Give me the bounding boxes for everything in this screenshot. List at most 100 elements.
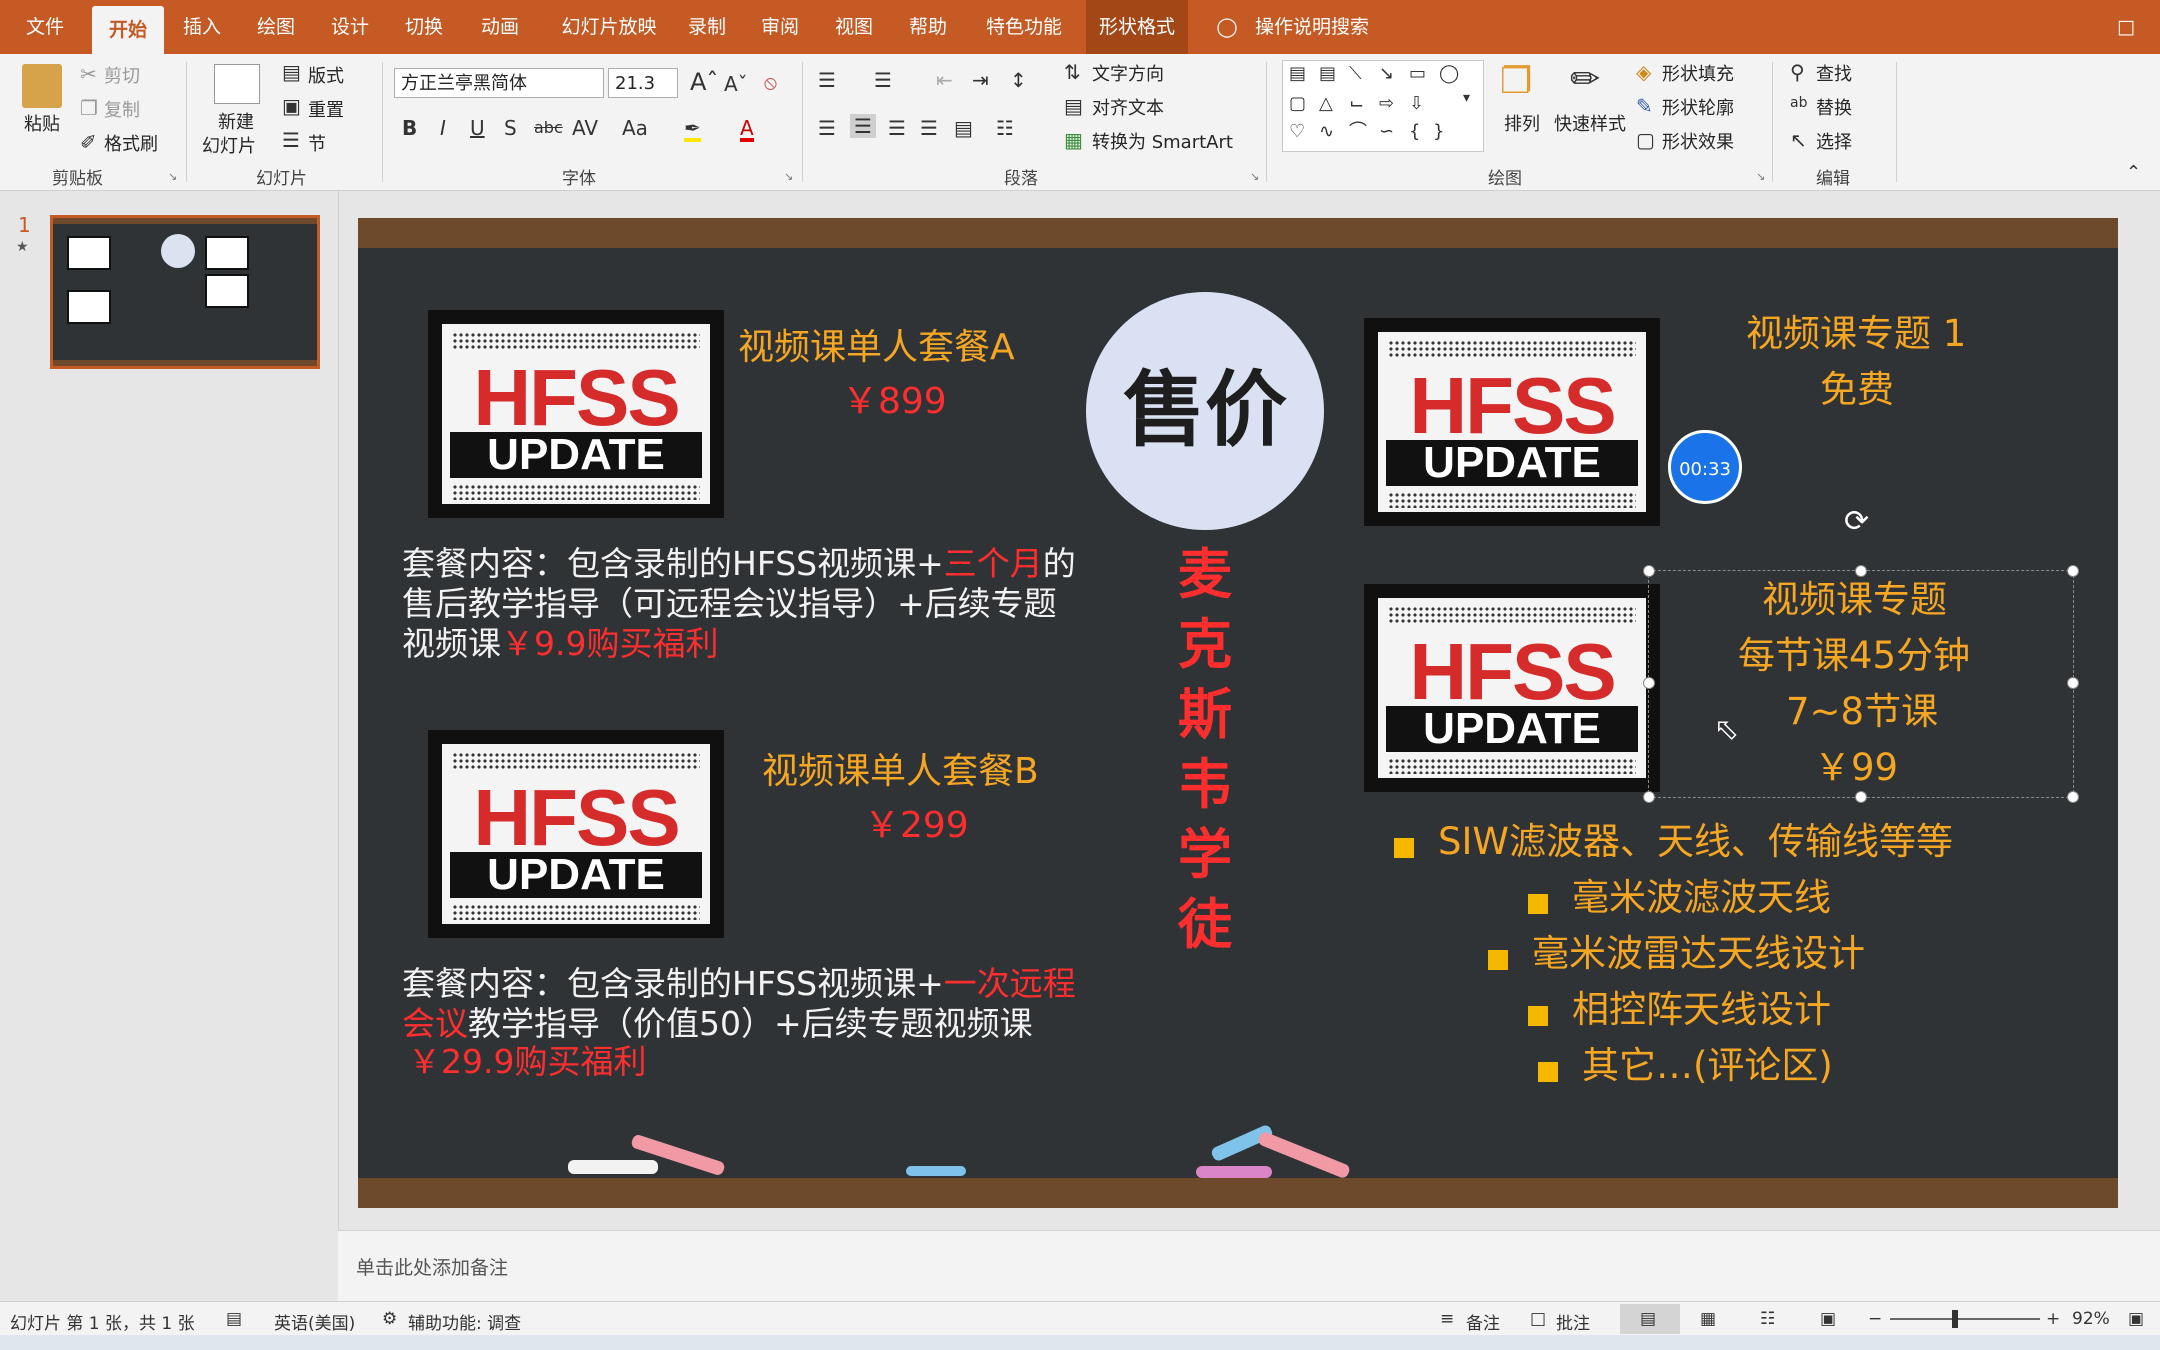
language-indicator[interactable]: 英语(美国) (274, 1309, 355, 1334)
distribute-icon[interactable]: ▤ (954, 118, 973, 138)
justify-icon[interactable]: ☰ (920, 118, 938, 138)
right-brace-shape-icon[interactable]: } (1433, 123, 1444, 141)
clear-format-icon[interactable]: ⦸ (764, 72, 777, 92)
shape-outline-button[interactable]: 形状轮廓 (1662, 94, 1734, 120)
columns-icon[interactable]: ☷ (996, 118, 1014, 138)
oval-shape-icon[interactable]: ◯ (1439, 65, 1459, 83)
reset-button[interactable]: 重置 (308, 96, 344, 122)
tab-record[interactable]: 录制 (680, 0, 734, 54)
resize-handle[interactable] (2067, 565, 2079, 577)
zoom-level[interactable]: 92% (2072, 1309, 2110, 1329)
zoom-slider-thumb[interactable] (1952, 1310, 1958, 1328)
character-spacing-icon[interactable]: AV (572, 118, 598, 138)
format-painter-icon[interactable]: ✐ (80, 132, 97, 152)
find-button[interactable]: 查找 (1816, 60, 1852, 86)
shape-outline-icon[interactable]: ✎ (1636, 96, 1653, 116)
slide-sorter-icon[interactable]: ▦ (1700, 1309, 1716, 1329)
rotate-handle-icon[interactable]: ⟳ (1844, 504, 1869, 539)
tab-slideshow[interactable]: 幻灯片放映 (552, 0, 666, 54)
tab-home[interactable]: 开始 (92, 6, 164, 54)
down-arrow-shape-icon[interactable]: ⇩ (1409, 95, 1424, 113)
text-direction-button[interactable]: 文字方向 (1092, 60, 1164, 86)
arrow-line-shape-icon[interactable]: ↘ (1379, 65, 1394, 83)
arc-shape-icon[interactable]: ⌒ (1349, 123, 1367, 141)
align-text-icon[interactable]: ▤ (1064, 96, 1083, 116)
copy-icon[interactable]: ❐ (80, 98, 98, 118)
paste-button[interactable]: 粘贴 (24, 110, 60, 136)
shadow-icon[interactable]: S (504, 118, 517, 138)
increase-indent-icon[interactable]: ⇥ (972, 70, 989, 90)
left-brace-shape-icon[interactable]: { (1409, 123, 1420, 141)
line-shape-icon[interactable]: ⟍ (1349, 65, 1362, 83)
zoom-in-icon[interactable]: + (2046, 1309, 2060, 1329)
underline-icon[interactable]: U (470, 118, 485, 138)
tab-animations[interactable]: 动画 (472, 0, 528, 54)
gallery-more-icon[interactable]: ▾ (1463, 91, 1470, 105)
new-slide-icon[interactable] (214, 64, 260, 104)
tab-draw[interactable]: 绘图 (248, 0, 304, 54)
replace-icon[interactable]: ab (1790, 96, 1807, 110)
shape-effects-icon[interactable]: ▢ (1636, 130, 1655, 150)
notes-icon[interactable]: ≡ (1440, 1309, 1454, 1329)
resize-handle[interactable] (1643, 565, 1655, 577)
shape-fill-button[interactable]: 形状填充 (1662, 60, 1734, 86)
tab-insert[interactable]: 插入 (174, 0, 230, 54)
font-size-select[interactable]: 21.3 (608, 68, 678, 98)
tab-special[interactable]: 特色功能 (978, 0, 1070, 54)
select-icon[interactable]: ↖ (1790, 130, 1807, 150)
resize-handle[interactable] (2067, 791, 2079, 803)
slideshow-icon[interactable]: ▣ (1820, 1309, 1836, 1329)
comments-icon[interactable]: □ (2106, 0, 2146, 54)
align-text-button[interactable]: 对齐文本 (1092, 94, 1164, 120)
comments-status-icon[interactable]: □ (1530, 1309, 1546, 1329)
new-slide-label-1[interactable]: 新建 (218, 108, 254, 134)
change-case-icon[interactable]: Aa (622, 118, 648, 138)
select-button[interactable]: 选择 (1816, 128, 1852, 154)
line-spacing-icon[interactable]: ↕ (1010, 70, 1027, 90)
format-painter-button[interactable]: 格式刷 (104, 130, 158, 156)
zoom-slider[interactable] (1890, 1318, 2040, 1320)
reset-icon[interactable]: ▣ (282, 96, 301, 116)
text-direction-icon[interactable]: ⇅ (1064, 62, 1081, 82)
freeform-shape-icon[interactable]: ♡ (1289, 123, 1305, 141)
grow-font-icon[interactable]: Aˆ (690, 70, 718, 94)
shrink-font-icon[interactable]: Aˇ (724, 74, 748, 94)
slide-thumbnail[interactable] (50, 215, 320, 369)
cut-button[interactable]: 剪切 (104, 62, 140, 88)
spellcheck-icon[interactable]: ▤ (226, 1309, 242, 1329)
replace-button[interactable]: 替换 (1816, 94, 1852, 120)
section-icon[interactable]: ☰ (282, 130, 300, 150)
quick-styles-icon[interactable]: ✏ (1570, 62, 1600, 98)
align-left-icon[interactable]: ☰ (818, 118, 836, 138)
textbox-shape-icon[interactable]: ▤ (1289, 65, 1306, 83)
layout-button[interactable]: 版式 (308, 62, 344, 88)
comments-button[interactable]: 批注 (1556, 1309, 1590, 1334)
strikethrough-icon[interactable]: abc (534, 120, 563, 136)
rounded-rect-shape-icon[interactable]: ▢ (1289, 95, 1306, 113)
collapse-ribbon-icon[interactable]: ⌃ (2126, 164, 2141, 182)
layout-icon[interactable]: ▤ (282, 62, 301, 82)
slide-canvas[interactable]: HFSS UPDATE 视频课单人套餐A ￥899 套餐内容：包含录制的HFSS… (358, 218, 2118, 1208)
font-launcher-icon[interactable]: ↘ (784, 170, 793, 183)
vertical-textbox-shape-icon[interactable]: ▤ (1319, 65, 1336, 83)
smartart-icon[interactable]: ▦ (1064, 130, 1083, 150)
smartart-button[interactable]: 转换为 SmartArt (1092, 128, 1233, 154)
scribble-shape-icon[interactable]: ∿ (1319, 123, 1334, 141)
resize-handle[interactable] (1643, 791, 1655, 803)
arrange-button[interactable]: 排列 (1504, 110, 1540, 136)
tab-design[interactable]: 设计 (322, 0, 378, 54)
paragraph-launcher-icon[interactable]: ↘ (1250, 170, 1259, 183)
numbering-icon[interactable]: ☰ (874, 70, 892, 90)
italic-icon[interactable]: I (440, 118, 446, 138)
tab-shape-format[interactable]: 形状格式 (1086, 0, 1188, 54)
align-right-icon[interactable]: ☰ (888, 118, 906, 138)
font-name-select[interactable]: 方正兰亭黑简体 (394, 68, 604, 98)
rectangle-shape-icon[interactable]: ▭ (1409, 65, 1426, 83)
recording-timer[interactable]: 00:33 (1668, 430, 1742, 504)
notes-pane[interactable]: 单击此处添加备注 (338, 1230, 2160, 1301)
reading-view-icon[interactable]: ☷ (1760, 1309, 1775, 1329)
fit-slide-icon[interactable]: ▣ (2128, 1309, 2144, 1329)
accessibility-status[interactable]: 辅助功能: 调查 (408, 1309, 521, 1334)
accessibility-icon[interactable]: ⚙ (382, 1309, 397, 1329)
bullets-icon[interactable]: ☰ (818, 70, 836, 90)
